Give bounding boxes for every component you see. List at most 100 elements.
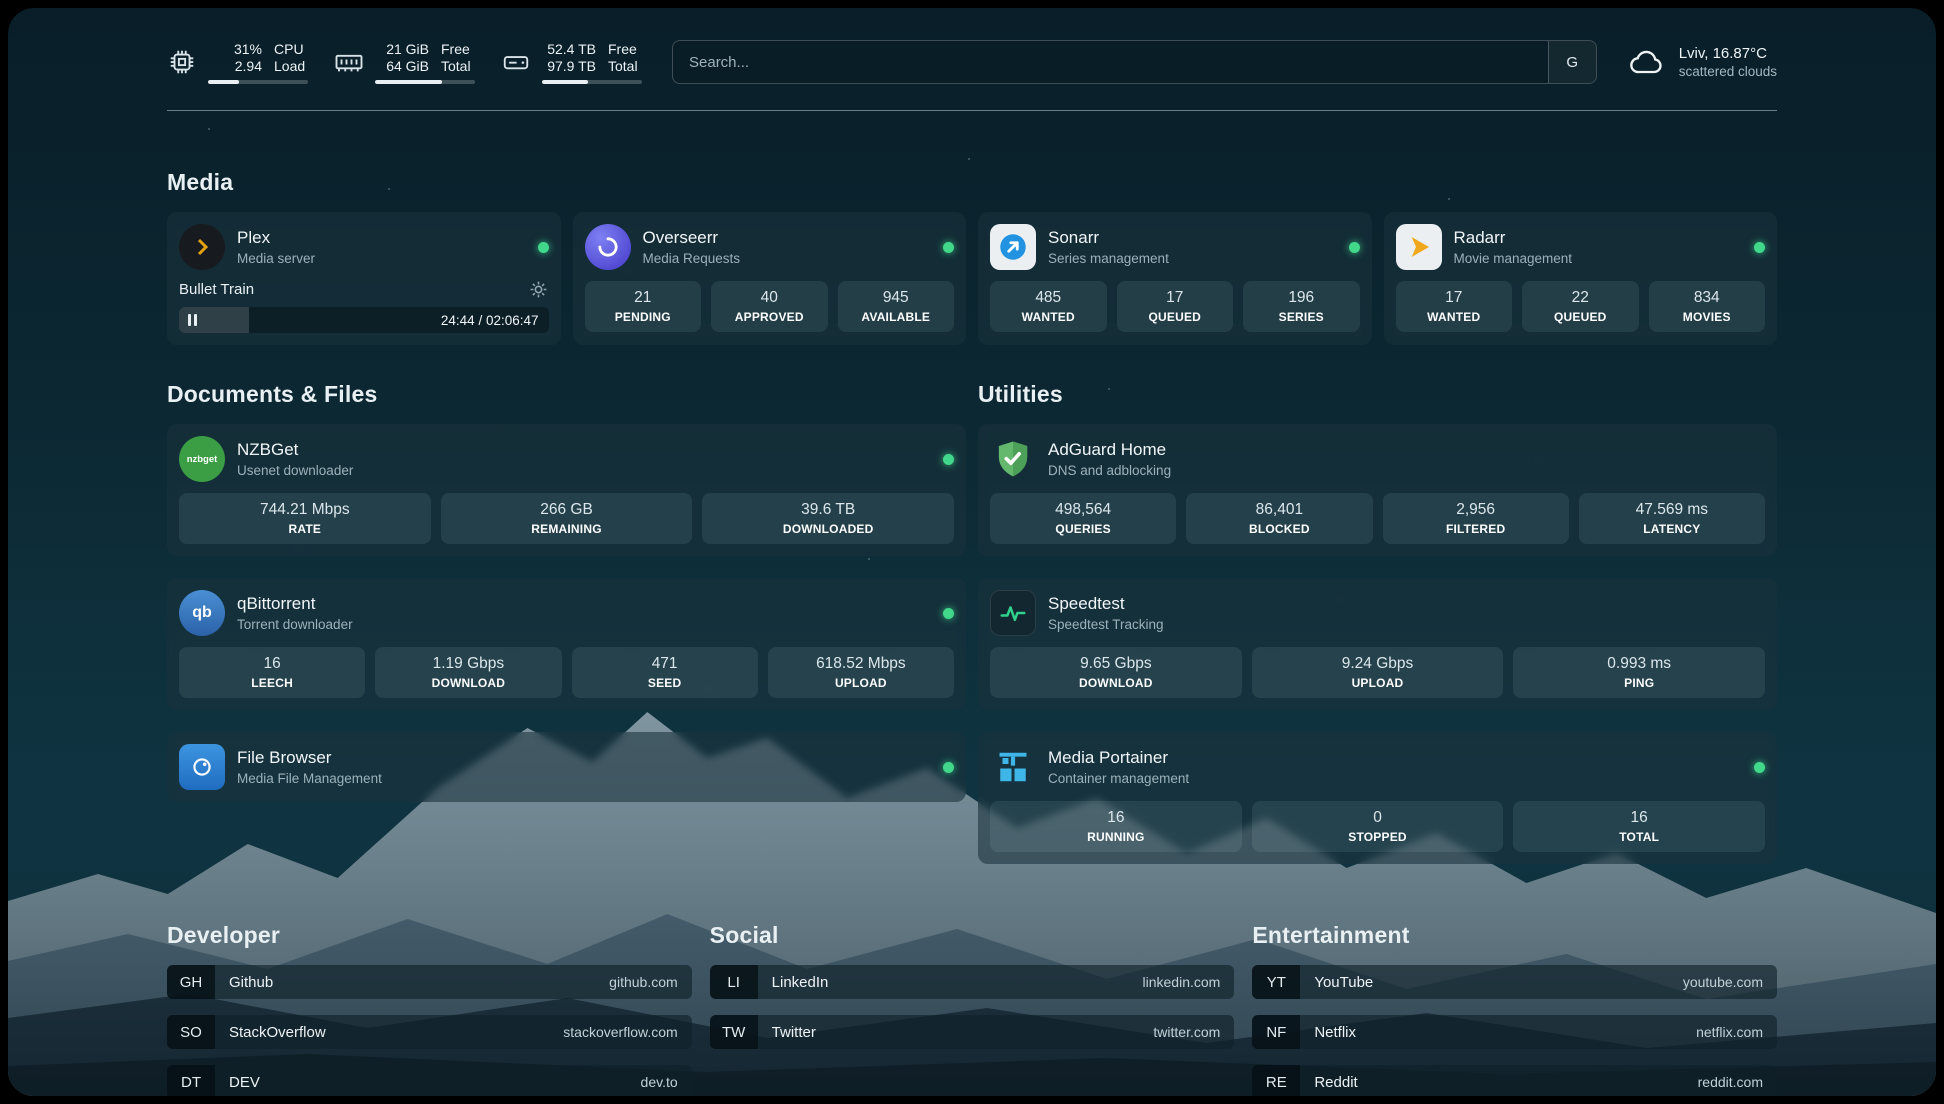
status-indicator — [943, 762, 954, 773]
stat-box: 86,401BLOCKED — [1186, 493, 1372, 544]
service-description: Movie management — [1454, 251, 1573, 266]
bookmark-url: netflix.com — [1696, 1024, 1763, 1040]
bookmark-linkedin[interactable]: LI LinkedIn linkedin.com — [710, 965, 1235, 999]
bookmark-dev[interactable]: DT DEV dev.to — [167, 1065, 692, 1096]
service-name: Media Portainer — [1048, 748, 1189, 768]
service-description: DNS and adblocking — [1048, 463, 1171, 478]
bookmark-abbr: LI — [710, 965, 758, 999]
bookmark-name: YouTube — [1314, 974, 1373, 991]
bookmark-abbr: GH — [167, 965, 215, 999]
cpu-widget: 31%CPU 2.94Load — [167, 41, 308, 84]
bookmarks-developer: Developer GH Github github.com SO StackO… — [167, 922, 692, 1096]
memory-free-value: 21 GiB — [375, 41, 429, 58]
disk-total-label: Total — [608, 58, 638, 75]
service-card-radarr[interactable]: Radarr Movie management 17WANTED 22QUEUE… — [1384, 212, 1778, 345]
stat-box: 16TOTAL — [1513, 801, 1765, 852]
nzbget-icon: nzbget — [179, 436, 225, 482]
stat-box: 744.21 MbpsRATE — [179, 493, 431, 544]
service-name: Sonarr — [1048, 228, 1169, 248]
section-documents: Documents & Files nzbget NZBGet Usenet d… — [167, 381, 966, 802]
status-indicator — [1754, 762, 1765, 773]
bookmark-netflix[interactable]: NF Netflix netflix.com — [1252, 1015, 1777, 1049]
status-indicator — [538, 242, 549, 253]
settings-gear-icon[interactable] — [529, 279, 549, 299]
weather-location: Lviv, 16.87°C — [1679, 45, 1777, 62]
stat-box: 17QUEUED — [1117, 281, 1234, 332]
filebrowser-icon — [179, 744, 225, 790]
qbittorrent-icon: qb — [179, 590, 225, 636]
service-description: Media server — [237, 251, 315, 266]
overseerr-icon — [585, 224, 631, 270]
service-description: Usenet downloader — [237, 463, 353, 478]
stat-box: 498,564QUERIES — [990, 493, 1176, 544]
service-card-qbittorrent[interactable]: qb qBittorrent Torrent downloader 16LEEC… — [167, 578, 966, 710]
bookmark-youtube[interactable]: YT YouTube youtube.com — [1252, 965, 1777, 999]
speedtest-icon — [990, 590, 1036, 636]
service-card-plex[interactable]: Plex Media server Bullet Train — [167, 212, 561, 345]
stat-box: 0.993 msPING — [1513, 647, 1765, 698]
service-card-speedtest[interactable]: Speedtest Speedtest Tracking 9.65 GbpsDO… — [978, 578, 1777, 710]
cpu-usage-value: 31% — [208, 41, 262, 58]
stat-box: 471SEED — [572, 647, 758, 698]
adguard-icon — [990, 436, 1036, 482]
pause-icon[interactable] — [188, 314, 197, 326]
portainer-icon — [990, 744, 1036, 790]
stat-box: 196SERIES — [1243, 281, 1360, 332]
service-description: Media Requests — [643, 251, 741, 266]
section-title-documents: Documents & Files — [167, 381, 966, 408]
section-media: Media Plex Media server Bullet — [167, 169, 1777, 345]
status-indicator — [943, 608, 954, 619]
section-title-developer: Developer — [167, 922, 692, 949]
service-name: AdGuard Home — [1048, 440, 1171, 460]
resource-widgets: 31%CPU 2.94Load 21 GiBFree 64 Gi — [167, 41, 642, 84]
service-card-sonarr[interactable]: Sonarr Series management 485WANTED 17QUE… — [978, 212, 1372, 345]
bookmark-url: dev.to — [641, 1074, 678, 1090]
service-name: Plex — [237, 228, 315, 248]
bookmark-name: LinkedIn — [772, 974, 829, 991]
search-input[interactable] — [673, 41, 1548, 83]
service-name: File Browser — [237, 748, 382, 768]
section-title-media: Media — [167, 169, 1777, 196]
bookmark-stackoverflow[interactable]: SO StackOverflow stackoverflow.com — [167, 1015, 692, 1049]
status-indicator — [1754, 242, 1765, 253]
radarr-icon — [1396, 224, 1442, 270]
bookmark-abbr: RE — [1252, 1065, 1300, 1096]
stat-box: 47.569 msLATENCY — [1579, 493, 1765, 544]
memory-total-value: 64 GiB — [375, 58, 429, 75]
status-indicator — [943, 242, 954, 253]
stat-box: 618.52 MbpsUPLOAD — [768, 647, 954, 698]
disk-icon — [501, 47, 531, 77]
service-card-portainer[interactable]: Media Portainer Container management 16R… — [978, 732, 1777, 864]
search-bar: G — [672, 40, 1597, 84]
service-name: Speedtest — [1048, 594, 1164, 614]
section-title-entertainment: Entertainment — [1252, 922, 1777, 949]
bookmark-name: StackOverflow — [229, 1024, 326, 1041]
bookmarks-social: Social LI LinkedIn linkedin.com TW Twitt… — [710, 922, 1235, 1096]
stat-box: 945AVAILABLE — [838, 281, 955, 332]
service-card-nzbget[interactable]: nzbget NZBGet Usenet downloader 744.21 M… — [167, 424, 966, 556]
cloud-icon — [1627, 42, 1667, 82]
disk-free-label: Free — [608, 41, 637, 58]
bookmark-url: twitter.com — [1153, 1024, 1220, 1040]
stat-box: 9.65 GbpsDOWNLOAD — [990, 647, 1242, 698]
cpu-load-value: 2.94 — [208, 58, 262, 75]
bookmark-reddit[interactable]: RE Reddit reddit.com — [1252, 1065, 1777, 1096]
stat-box: 9.24 GbpsUPLOAD — [1252, 647, 1504, 698]
bookmark-name: Reddit — [1314, 1074, 1357, 1091]
service-name: Overseerr — [643, 228, 741, 248]
stat-box: 16RUNNING — [990, 801, 1242, 852]
bookmark-name: Github — [229, 974, 273, 991]
bookmark-github[interactable]: GH Github github.com — [167, 965, 692, 999]
service-card-overseerr[interactable]: Overseerr Media Requests 21PENDING 40APP… — [573, 212, 967, 345]
search-provider-button[interactable]: G — [1548, 41, 1596, 83]
bookmark-url: stackoverflow.com — [563, 1024, 677, 1040]
section-title-social: Social — [710, 922, 1235, 949]
bookmark-twitter[interactable]: TW Twitter twitter.com — [710, 1015, 1235, 1049]
section-utilities: Utilities AdGu — [978, 381, 1777, 864]
plex-icon — [179, 224, 225, 270]
service-card-filebrowser[interactable]: File Browser Media File Management — [167, 732, 966, 802]
bookmark-abbr: SO — [167, 1015, 215, 1049]
service-card-adguard[interactable]: AdGuard Home DNS and adblocking 498,564Q… — [978, 424, 1777, 556]
service-description: Torrent downloader — [237, 617, 353, 632]
disk-total-value: 97.9 TB — [542, 58, 596, 75]
